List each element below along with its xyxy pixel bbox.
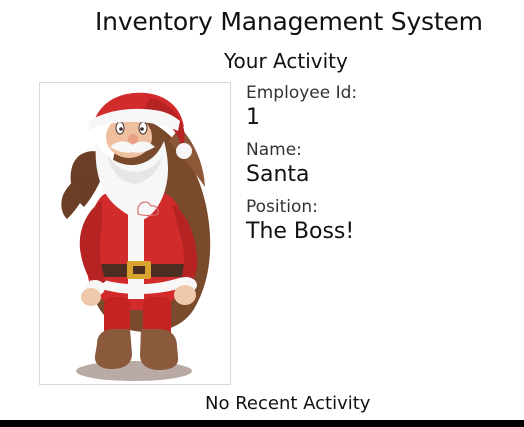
no-recent-activity-message: No Recent Activity	[205, 393, 371, 414]
employee-avatar	[39, 82, 231, 385]
name-value: Santa	[246, 162, 310, 187]
position-label: Position:	[246, 197, 318, 217]
employee-info: Employee Id: 1 Name: Santa Position: The…	[246, 82, 357, 253]
employee-id-value: 1	[246, 105, 260, 130]
page-title: Inventory Management System	[95, 7, 483, 36]
bottom-bar	[0, 420, 524, 427]
employee-id-label: Employee Id:	[246, 83, 358, 103]
santa-avatar-icon	[61, 92, 211, 381]
position-value: The Boss!	[246, 219, 355, 244]
section-title: Your Activity	[224, 49, 348, 73]
name-label: Name:	[246, 140, 302, 160]
